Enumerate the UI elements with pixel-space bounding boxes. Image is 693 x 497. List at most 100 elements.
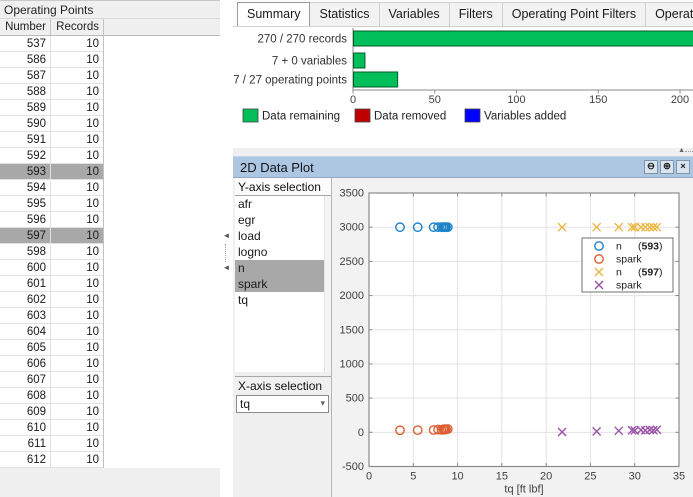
table-row[interactable]: 601 10 bbox=[0, 276, 104, 292]
y-axis-option-egr[interactable]: egr bbox=[235, 212, 331, 228]
cell-records[interactable]: 10 bbox=[51, 420, 104, 436]
cell-number[interactable]: 611 bbox=[0, 436, 51, 452]
x-axis-dropdown[interactable]: tq ▾ bbox=[236, 395, 329, 413]
y-axis-option-load[interactable]: load bbox=[235, 228, 331, 244]
tab-operating-point-notes[interactable]: Operating Point Notes bbox=[645, 2, 693, 26]
table-row[interactable]: 595 10 bbox=[0, 196, 104, 212]
tab-operating-point-filters[interactable]: Operating Point Filters bbox=[501, 2, 647, 26]
table-row[interactable]: 537 10 bbox=[0, 36, 104, 52]
y-axis-option-n[interactable]: n bbox=[235, 260, 331, 276]
cell-number[interactable]: 607 bbox=[0, 372, 51, 388]
cell-number[interactable]: 594 bbox=[0, 180, 51, 196]
collapse-up-arrow-icon[interactable]: ▲ bbox=[678, 147, 685, 154]
collapse-left-arrow-icon[interactable]: ◄ bbox=[221, 263, 232, 273]
table-row[interactable]: 602 10 bbox=[0, 292, 104, 308]
splitter-grip[interactable] bbox=[225, 244, 226, 262]
table-row[interactable]: 608 10 bbox=[0, 388, 104, 404]
cell-number[interactable]: 588 bbox=[0, 84, 51, 100]
tab-statistics[interactable]: Statistics bbox=[309, 2, 380, 26]
table-row[interactable]: 587 10 bbox=[0, 68, 104, 84]
cell-records[interactable]: 10 bbox=[51, 292, 104, 308]
cell-number[interactable]: 587 bbox=[0, 68, 51, 84]
plot-canvas[interactable]: 0 5 10 15 20 25 30 35 -500 0 500 1000 1500 2000 2500 30… bbox=[332, 178, 693, 497]
maximize-icon[interactable]: ⊕ bbox=[660, 160, 674, 174]
cell-records[interactable]: 10 bbox=[51, 196, 104, 212]
cell-number[interactable]: 602 bbox=[0, 292, 51, 308]
cell-number[interactable]: 604 bbox=[0, 324, 51, 340]
table-row[interactable]: 596 10 bbox=[0, 212, 104, 228]
cell-records[interactable]: 10 bbox=[51, 404, 104, 420]
table-row[interactable]: 604 10 bbox=[0, 324, 104, 340]
cell-number[interactable]: 603 bbox=[0, 308, 51, 324]
cell-number[interactable]: 601 bbox=[0, 276, 51, 292]
cell-records[interactable]: 10 bbox=[51, 100, 104, 116]
cell-records[interactable]: 10 bbox=[51, 68, 104, 84]
close-icon[interactable]: × bbox=[676, 160, 690, 174]
table-row[interactable]: 586 10 bbox=[0, 52, 104, 68]
cell-number[interactable]: 605 bbox=[0, 340, 51, 356]
cell-records[interactable]: 10 bbox=[51, 52, 104, 68]
y-axis-option-afr[interactable]: afr bbox=[235, 196, 331, 212]
table-row[interactable]: 588 10 bbox=[0, 84, 104, 100]
cell-records[interactable]: 10 bbox=[51, 132, 104, 148]
table-row[interactable]: 605 10 bbox=[0, 340, 104, 356]
cell-records[interactable]: 10 bbox=[51, 356, 104, 372]
table-row[interactable]: 589 10 bbox=[0, 100, 104, 116]
cell-number[interactable]: 589 bbox=[0, 100, 51, 116]
cell-number[interactable]: 593 bbox=[0, 164, 51, 180]
cell-number[interactable]: 590 bbox=[0, 116, 51, 132]
cell-number[interactable]: 592 bbox=[0, 148, 51, 164]
cell-records[interactable]: 10 bbox=[51, 340, 104, 356]
cell-number[interactable]: 610 bbox=[0, 420, 51, 436]
cell-number[interactable]: 591 bbox=[0, 132, 51, 148]
table-row[interactable]: 590 10 bbox=[0, 116, 104, 132]
cell-records[interactable]: 10 bbox=[51, 324, 104, 340]
cell-records[interactable]: 10 bbox=[51, 372, 104, 388]
collapse-left-arrow-icon[interactable]: ◄ bbox=[221, 231, 232, 241]
cell-records[interactable]: 10 bbox=[51, 84, 104, 100]
y-axis-option-spark[interactable]: spark bbox=[235, 276, 331, 292]
cell-number[interactable]: 586 bbox=[0, 52, 51, 68]
cell-records[interactable]: 10 bbox=[51, 308, 104, 324]
cell-number[interactable]: 537 bbox=[0, 36, 51, 52]
cell-number[interactable]: 609 bbox=[0, 404, 51, 420]
y-axis-option-logno[interactable]: logno bbox=[235, 244, 331, 260]
table-row[interactable]: 609 10 bbox=[0, 404, 104, 420]
tab-summary[interactable]: Summary bbox=[237, 2, 311, 26]
undock-icon[interactable]: ⊖ bbox=[644, 160, 658, 174]
vertical-splitter[interactable]: ◄ ◄ bbox=[220, 0, 233, 497]
cell-records[interactable]: 10 bbox=[51, 148, 104, 164]
cell-records[interactable]: 10 bbox=[51, 436, 104, 452]
cell-number[interactable]: 600 bbox=[0, 260, 51, 276]
table-row[interactable]: 594 10 bbox=[0, 180, 104, 196]
table-row[interactable]: 600 10 bbox=[0, 260, 104, 276]
column-header-records[interactable]: Records bbox=[51, 19, 104, 36]
table-row[interactable]: 592 10 bbox=[0, 148, 104, 164]
column-header-number[interactable]: Number bbox=[0, 19, 51, 36]
list-scrollbar[interactable] bbox=[324, 196, 331, 372]
tab-filters[interactable]: Filters bbox=[448, 2, 503, 26]
cell-records[interactable]: 10 bbox=[51, 36, 104, 52]
table-row[interactable]: 597 10 bbox=[0, 228, 104, 244]
table-row[interactable]: 593 10 bbox=[0, 164, 104, 180]
cell-records[interactable]: 10 bbox=[51, 164, 104, 180]
y-axis-option-tq[interactable]: tq bbox=[235, 292, 331, 308]
table-row[interactable]: 606 10 bbox=[0, 356, 104, 372]
cell-number[interactable]: 608 bbox=[0, 388, 51, 404]
cell-number[interactable]: 597 bbox=[0, 228, 51, 244]
splitter-grip[interactable] bbox=[685, 151, 693, 152]
table-row[interactable]: 611 10 bbox=[0, 436, 104, 452]
cell-records[interactable]: 10 bbox=[51, 260, 104, 276]
cell-number[interactable]: 596 bbox=[0, 212, 51, 228]
table-row[interactable]: 607 10 bbox=[0, 372, 104, 388]
cell-records[interactable]: 10 bbox=[51, 244, 104, 260]
cell-records[interactable]: 10 bbox=[51, 212, 104, 228]
tab-variables[interactable]: Variables bbox=[378, 2, 450, 26]
cell-records[interactable]: 10 bbox=[51, 116, 104, 132]
cell-records[interactable]: 10 bbox=[51, 228, 104, 244]
table-row[interactable]: 612 10 bbox=[0, 452, 104, 468]
table-row[interactable]: 610 10 bbox=[0, 420, 104, 436]
horizontal-splitter[interactable]: ▲ bbox=[233, 147, 693, 156]
cell-number[interactable]: 598 bbox=[0, 244, 51, 260]
cell-number[interactable]: 595 bbox=[0, 196, 51, 212]
